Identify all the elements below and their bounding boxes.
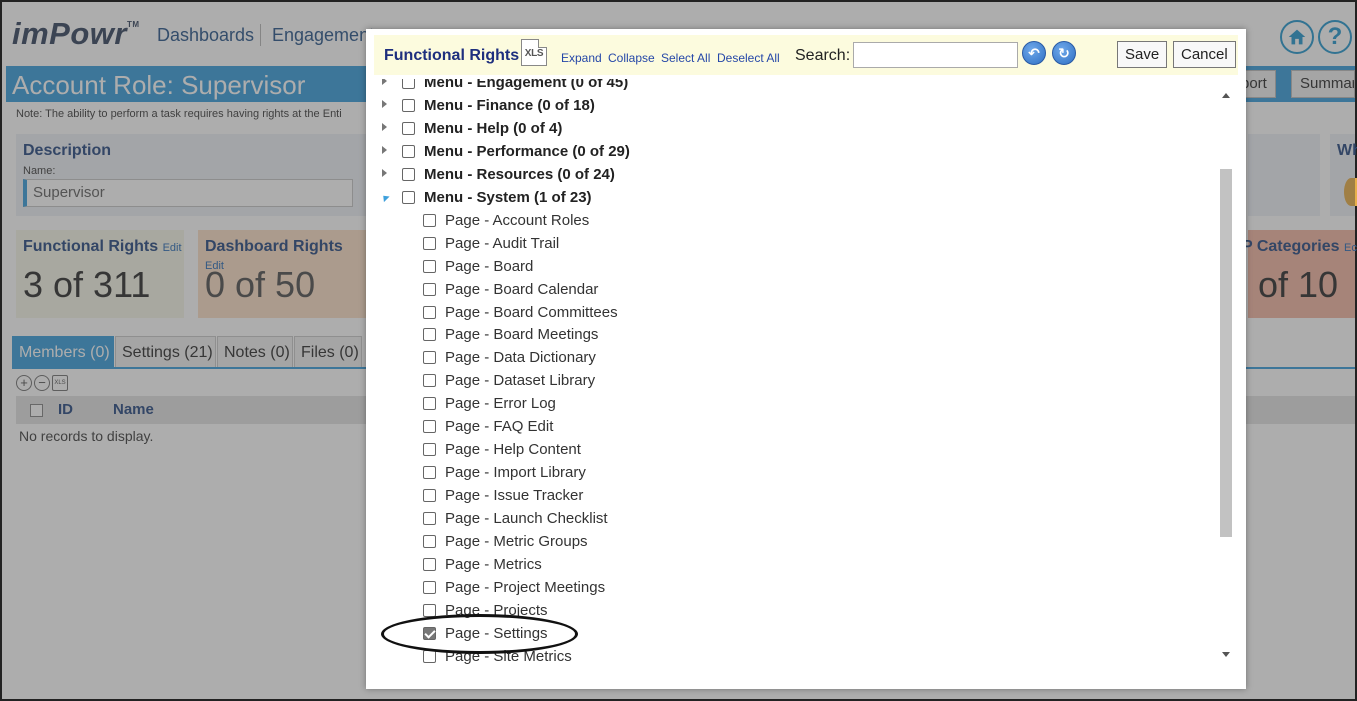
tree-item-row[interactable]: Page - Account Roles: [374, 210, 1194, 232]
tree-checkbox[interactable]: [423, 603, 436, 617]
tree-item-row[interactable]: Page - Board: [374, 256, 1194, 278]
search-next-icon[interactable]: ↻: [1052, 41, 1076, 65]
rights-tree[interactable]: Menu - Engagement (0 of 45) Menu - Financ…: [374, 79, 1214, 667]
tree-item-row[interactable]: Page - Board Calendar: [374, 279, 1194, 301]
tree-checkbox[interactable]: [402, 79, 415, 89]
tree-item-row[interactable]: Page - Dataset Library: [374, 370, 1194, 392]
tree-item-label: Page - Import Library: [445, 464, 586, 482]
tree-item-row[interactable]: Page - Metrics: [374, 554, 1194, 576]
tree-item-row[interactable]: Page - FAQ Edit: [374, 416, 1194, 438]
tree-item-row[interactable]: Page - Import Library: [374, 462, 1194, 484]
dialog-header: Functional Rights XLS Expand Collapse Se…: [374, 35, 1238, 75]
tree-item-label: Page - Project Meetings: [445, 578, 606, 596]
expand-link[interactable]: Expand: [561, 51, 602, 65]
tree-item-label: Page - Error Log: [445, 395, 556, 413]
collapsed-arrow-icon[interactable]: [382, 145, 387, 154]
tree-item-row[interactable]: Page - Issue Tracker: [374, 485, 1194, 507]
collapsed-arrow-icon[interactable]: [382, 99, 387, 108]
tree-checkbox[interactable]: [423, 443, 436, 457]
deselect-all-link[interactable]: Deselect All: [717, 51, 780, 65]
tree-checkbox[interactable]: [423, 535, 436, 548]
tree-checkbox[interactable]: [402, 121, 415, 135]
select-all-link[interactable]: Select All: [661, 51, 710, 65]
tree-group-row[interactable]: Menu - System (1 of 23): [374, 187, 1194, 209]
tree-checkbox[interactable]: [402, 190, 415, 204]
tree-group-row[interactable]: Menu - Resources (0 of 24): [374, 164, 1194, 186]
functional-rights-dialog: Functional Rights XLS Expand Collapse Se…: [366, 29, 1246, 689]
collapsed-arrow-icon[interactable]: [382, 168, 387, 177]
tree-item-label: Menu - Performance (0 of 29): [424, 142, 630, 160]
tree-checkbox[interactable]: [402, 167, 415, 181]
tree-item-label: Page - Issue Tracker: [445, 487, 584, 505]
expanded-arrow-icon[interactable]: [380, 192, 390, 202]
tree-item-row[interactable]: Page - Help Content: [374, 439, 1194, 461]
tree-item-label: Menu - Resources (0 of 24): [424, 165, 615, 183]
tree-item-row[interactable]: Page - Board Committees: [374, 302, 1194, 324]
tree-checkbox[interactable]: [423, 328, 436, 342]
tree-checkbox[interactable]: [402, 144, 415, 158]
collapsed-arrow-icon[interactable]: [382, 122, 387, 131]
tree-scrollbar[interactable]: [1218, 87, 1232, 661]
search-previous-icon[interactable]: ↶: [1022, 41, 1046, 65]
tree-item-label: Menu - Help (0 of 4): [424, 119, 563, 137]
tree-item-label: Page - Board Meetings: [445, 326, 599, 344]
tree-group-row[interactable]: Menu - Help (0 of 4): [374, 118, 1194, 140]
search-label: Search:: [795, 47, 851, 64]
tree-item-label: Menu - System (1 of 23): [424, 188, 592, 206]
tree-item-label: Page - Audit Trail: [445, 234, 560, 252]
tree-item-row[interactable]: Page - Launch Checklist: [374, 508, 1194, 530]
cancel-button[interactable]: Cancel: [1173, 41, 1236, 68]
tree-item-label: Page - Help Content: [445, 441, 581, 459]
tree-item-label: Menu - Engagement (0 of 45): [424, 79, 629, 91]
tree-item-label: Page - Metric Groups: [445, 533, 588, 550]
tree-item-label: Page - Metrics: [445, 555, 542, 573]
tree-checkbox[interactable]: [423, 213, 436, 227]
collapse-link[interactable]: Collapse: [608, 51, 655, 65]
tree-checkbox[interactable]: [423, 374, 436, 388]
tree-checkbox[interactable]: [423, 512, 436, 526]
tree-checkbox[interactable]: [423, 420, 436, 434]
tree-checkbox[interactable]: [423, 351, 436, 365]
tree-checkbox[interactable]: [423, 557, 436, 571]
tree-item-label: Page - Board: [445, 257, 534, 275]
tree-item-row[interactable]: Page - Metric Groups: [374, 531, 1194, 553]
tree-item-row[interactable]: Page - Project Meetings: [374, 577, 1194, 599]
tree-item-label: Page - Launch Checklist: [445, 510, 608, 528]
tree-checkbox[interactable]: [423, 397, 436, 411]
tree-group-row[interactable]: Menu - Engagement (0 of 45): [374, 79, 1194, 94]
tree-item-row[interactable]: Page - Error Log: [374, 393, 1194, 415]
highlight-ellipse: [381, 614, 578, 654]
save-button[interactable]: Save: [1117, 41, 1168, 68]
tree-checkbox[interactable]: [423, 259, 436, 273]
tree-item-label: Page - FAQ Edit: [445, 418, 554, 436]
tree-item-label: Page - Board Calendar: [445, 280, 599, 298]
scroll-up-icon[interactable]: [1222, 93, 1230, 98]
tree-checkbox[interactable]: [423, 305, 436, 319]
search-input[interactable]: [853, 42, 1018, 68]
dialog-title: Functional Rights: [384, 47, 520, 64]
tree-item-label: Menu - Finance (0 of 18): [424, 96, 595, 114]
xls-export-icon[interactable]: XLS: [521, 39, 547, 66]
tree-item-label: Page - Dataset Library: [445, 372, 596, 390]
tree-checkbox[interactable]: [423, 489, 436, 503]
tree-item-row[interactable]: Page - Data Dictionary: [374, 347, 1194, 369]
tree-checkbox[interactable]: [423, 236, 436, 250]
tree-checkbox[interactable]: [423, 466, 436, 480]
tree-checkbox[interactable]: [402, 98, 415, 112]
tree-item-row[interactable]: Page - Audit Trail: [374, 233, 1194, 255]
tree-checkbox[interactable]: [423, 282, 436, 296]
tree-item-label: Page - Account Roles: [445, 211, 590, 229]
tree-item-label: Page - Data Dictionary: [445, 349, 596, 367]
tree-checkbox[interactable]: [423, 580, 436, 594]
tree-group-row[interactable]: Menu - Finance (0 of 18): [374, 95, 1194, 117]
tree-group-row[interactable]: Menu - Performance (0 of 29): [374, 141, 1194, 163]
tree-item-label: Page - Board Committees: [445, 303, 618, 321]
tree-item-row[interactable]: Page - Board Meetings: [374, 324, 1194, 346]
collapsed-arrow-icon[interactable]: [382, 79, 387, 85]
scrollbar-thumb[interactable]: [1220, 169, 1232, 537]
scroll-down-icon[interactable]: [1222, 652, 1230, 657]
